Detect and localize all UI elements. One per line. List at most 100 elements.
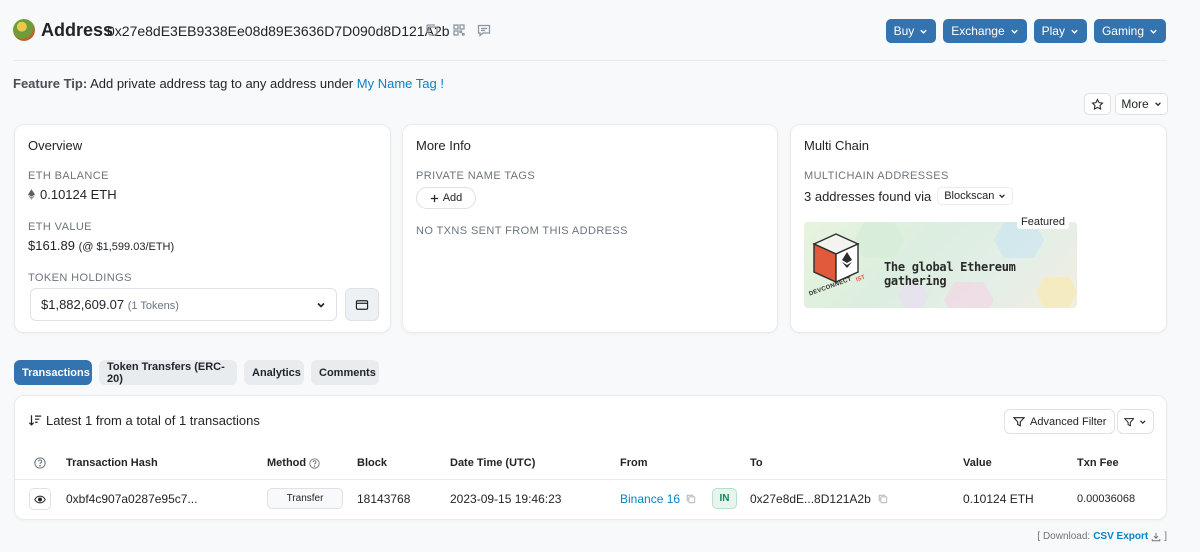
favorite-button[interactable] bbox=[1084, 93, 1111, 115]
help-circle-icon[interactable] bbox=[34, 457, 46, 469]
table-header-divider bbox=[15, 479, 1166, 480]
star-icon bbox=[1091, 97, 1104, 110]
token-count: (1 Tokens) bbox=[127, 300, 179, 312]
txn-preview-button[interactable] bbox=[29, 488, 51, 510]
txn-datetime: 2023-09-15 19:46:23 bbox=[450, 492, 562, 506]
filter-icon bbox=[1124, 417, 1135, 427]
gaming-dropdown-button[interactable]: Gaming bbox=[1093, 19, 1166, 43]
txn-summary-text: Latest 1 from a total of 1 transactions bbox=[46, 413, 260, 428]
address-avatar bbox=[13, 19, 35, 41]
chevron-down-icon bbox=[1154, 102, 1161, 107]
tab-comments[interactable]: Comments bbox=[311, 360, 379, 385]
comment-icon[interactable] bbox=[476, 22, 492, 38]
block-link[interactable]: 18143768 bbox=[357, 492, 410, 506]
exchange-dropdown-button[interactable]: Exchange bbox=[943, 19, 1027, 43]
more-info-title: More Info bbox=[416, 138, 471, 153]
token-holdings-dropdown[interactable]: $1,882,609.07 (1 Tokens) bbox=[30, 288, 337, 321]
multi-chain-title: Multi Chain bbox=[804, 138, 870, 153]
page-title: Address bbox=[41, 20, 114, 40]
tab-transactions[interactable]: Transactions bbox=[14, 360, 92, 385]
exchange-label: Exchange bbox=[951, 24, 1005, 38]
from-cell: Binance 16 bbox=[620, 492, 697, 506]
add-label: Add bbox=[442, 192, 463, 204]
to-cell: 0x27e8dE...8D121A2b bbox=[750, 492, 889, 506]
plus-icon bbox=[430, 194, 438, 202]
found-text: 3 addresses found via bbox=[804, 188, 932, 204]
txn-hash-link[interactable]: 0xbf4c907a0287e95c7... bbox=[66, 492, 197, 506]
download-suffix: ] bbox=[1164, 531, 1167, 542]
col-datetime[interactable]: Date Time (UTC) bbox=[450, 457, 535, 469]
my-name-tag-link[interactable]: My Name Tag bbox=[357, 76, 437, 91]
chevron-down-icon bbox=[317, 302, 325, 308]
col-txn-fee[interactable]: Txn Fee bbox=[1077, 457, 1119, 469]
more-dropdown-button[interactable]: More bbox=[1115, 93, 1168, 115]
banner-tagline: The global Ethereum gathering bbox=[884, 260, 1016, 288]
eth-balance-label: ETH BALANCE bbox=[28, 170, 109, 182]
chevron-down-icon bbox=[1071, 29, 1078, 34]
overview-title: Overview bbox=[28, 138, 83, 153]
chevron-down-icon bbox=[1010, 29, 1018, 34]
sort-descending-icon bbox=[28, 415, 42, 426]
csv-export-link[interactable]: CSV Export bbox=[1093, 531, 1148, 542]
tab-token-transfers[interactable]: Token Transfers (ERC-20) bbox=[99, 360, 237, 385]
eye-icon bbox=[34, 495, 46, 503]
overview-card: Overview ETH BALANCE 0.10124 ETH ETH VAL… bbox=[14, 124, 391, 333]
copy-icon[interactable] bbox=[685, 493, 697, 505]
multi-chain-card: Multi Chain MULTICHAIN ADDRESSES 3 addre… bbox=[790, 124, 1167, 333]
chevron-down-icon bbox=[999, 194, 1006, 199]
filter-dropdown-button[interactable] bbox=[1117, 409, 1154, 434]
copy-icon[interactable] bbox=[877, 493, 889, 505]
featured-badge: Featured bbox=[1017, 215, 1070, 229]
top-nav-buttons: Buy Exchange Play Gaming bbox=[885, 19, 1166, 43]
private-name-tags-label: PRIVATE NAME TAGS bbox=[416, 170, 536, 182]
advanced-filter-label: Advanced Filter bbox=[1030, 415, 1107, 428]
download-icon[interactable] bbox=[1151, 532, 1161, 542]
chevron-down-icon bbox=[920, 29, 927, 34]
buy-dropdown-button[interactable]: Buy bbox=[885, 19, 937, 43]
play-label: Play bbox=[1041, 24, 1065, 38]
header-divider bbox=[13, 60, 1167, 61]
multichain-found: 3 addresses found via Blockscan bbox=[804, 187, 1014, 205]
token-wallet-button[interactable] bbox=[345, 288, 379, 321]
eth-value-label: ETH VALUE bbox=[28, 221, 92, 233]
tip-text: Add private address tag to any address u… bbox=[90, 76, 354, 91]
copy-icon[interactable] bbox=[424, 22, 440, 38]
txn-summary: Latest 1 from a total of 1 transactions bbox=[28, 413, 260, 428]
address-hash: 0x27e8dE3EB9338Ee08d89E3636D7D090d8D121A… bbox=[107, 23, 450, 39]
tab-analytics[interactable]: Analytics bbox=[244, 360, 304, 385]
col-transaction-hash: Transaction Hash bbox=[66, 457, 158, 469]
wallet-icon bbox=[355, 299, 369, 310]
multichain-addresses-label: MULTICHAIN ADDRESSES bbox=[804, 170, 949, 182]
chevron-down-icon bbox=[1140, 419, 1146, 424]
col-from: From bbox=[620, 457, 648, 469]
from-link[interactable]: Binance 16 bbox=[620, 492, 680, 506]
tip-prefix: Feature Tip: bbox=[13, 76, 88, 91]
col-value: Value bbox=[963, 457, 992, 469]
buy-label: Buy bbox=[893, 24, 915, 38]
col-block: Block bbox=[357, 457, 387, 469]
eth-value: $161.89 (@ $1,599.03/ETH) bbox=[28, 238, 174, 253]
devconnect-banner[interactable]: DEVCONNECT IST The global Ethereum gathe… bbox=[804, 222, 1077, 308]
eth-balance: 0.10124 ETH bbox=[28, 187, 117, 202]
download-prefix: [ Download: bbox=[1037, 531, 1091, 542]
add-tag-button[interactable]: Add bbox=[416, 187, 476, 209]
advanced-filter-icon bbox=[1013, 417, 1025, 427]
eth-price: (@ $1,599.03/ETH) bbox=[78, 241, 175, 253]
play-dropdown-button[interactable]: Play bbox=[1033, 19, 1087, 43]
advanced-filter-button[interactable]: Advanced Filter bbox=[1004, 409, 1116, 434]
blockscan-dropdown[interactable]: Blockscan bbox=[937, 187, 1014, 205]
txn-value: 0.10124 ETH bbox=[963, 492, 1034, 506]
eth-value-amount: $161.89 bbox=[28, 238, 75, 253]
feature-tip: Feature Tip: Add private address tag to … bbox=[13, 76, 444, 91]
col-method-label: Method bbox=[267, 457, 307, 469]
gaming-label: Gaming bbox=[1101, 24, 1144, 38]
help-circle-icon[interactable] bbox=[309, 457, 320, 469]
txn-fee: 0.00036068 bbox=[1077, 493, 1136, 505]
more-label: More bbox=[1121, 97, 1149, 111]
to-address: 0x27e8dE...8D121A2b bbox=[750, 492, 871, 506]
chevron-down-icon bbox=[1150, 29, 1157, 34]
method-badge: Transfer bbox=[267, 488, 343, 509]
eth-balance-value: 0.10124 ETH bbox=[40, 187, 117, 202]
download-bar: [ Download: CSV Export ] bbox=[1037, 531, 1167, 542]
qr-code-icon[interactable] bbox=[451, 22, 467, 38]
